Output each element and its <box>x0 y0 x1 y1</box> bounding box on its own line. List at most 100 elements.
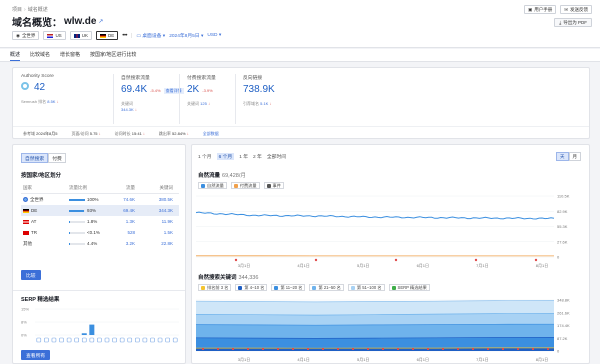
serp-marker <box>517 348 519 350</box>
breadcrumb: 项目 › 域名概述 <box>12 7 48 13</box>
table-row[interactable]: AT 1.8% 1.3K 11.9K <box>21 216 179 227</box>
range-option[interactable]: 1 年 <box>239 153 248 160</box>
currency-dropdown[interactable]: USD ▾ <box>207 33 221 38</box>
backlinks-value[interactable]: 738.9K <box>243 84 275 95</box>
serp-feature-icon <box>127 337 133 343</box>
table-row[interactable]: TR <0.1% 528 1.5K <box>21 227 179 238</box>
date-dropdown[interactable]: 2024年8月5日 ▾ <box>169 32 203 39</box>
date-range-selector: 1 个月 6 个月 1 年 2 年全部时间 <box>198 153 286 160</box>
traffic-value[interactable]: 3.2K <box>107 241 135 246</box>
share-value: 100% <box>87 197 99 202</box>
compare-button[interactable]: 比较 <box>21 270 41 280</box>
paid-traffic-value[interactable]: 2K <box>187 84 199 95</box>
x-tick-label: 3月1日 <box>238 263 250 268</box>
keywords-value[interactable]: 22.8K <box>135 241 175 246</box>
legend-item[interactable]: 付费流量 <box>230 182 260 189</box>
all-data-link[interactable]: 全部数据 <box>203 131 219 137</box>
organic-traffic-chart: 110.5K 82.9K 55.3K 27.6K 0 3月1日 4月1日 5月1日 6月1日 7月… <box>196 194 570 268</box>
report-tabs: 概述 比较域名 增长窗格 按国家/地区进行比较 <box>0 49 600 62</box>
y-tick-label: 110.5K <box>557 194 570 199</box>
breadcrumb-item-projects[interactable]: 项目 <box>12 7 22 13</box>
share-bar <box>69 209 85 212</box>
legend-item[interactable]: 排名前 3 名 <box>198 284 232 291</box>
tab-compare-domains[interactable]: 比较域名 <box>30 49 50 61</box>
traffic-value[interactable]: 69.4K <box>107 208 135 213</box>
tab-overview[interactable]: 概述 <box>10 49 21 61</box>
more-scopes-button[interactable]: ••• <box>122 33 127 39</box>
range-option[interactable]: 全部时间 <box>267 153 286 160</box>
device-dropdown[interactable]: ▭ 桌面设备 ▾ <box>136 32 165 39</box>
scope-us[interactable]: US <box>43 31 66 40</box>
range-option[interactable]: 2 年 <box>253 153 262 160</box>
table-row[interactable]: 全世界 100% 74.6K 380.5K <box>21 194 179 205</box>
table-row[interactable]: 其他 4.4% 3.2K 22.8K <box>21 238 179 249</box>
traffic-value[interactable]: 74.6K <box>107 197 135 202</box>
serp-feature-icon <box>36 337 42 343</box>
keywords-value[interactable]: 11.9K <box>135 219 175 224</box>
serp-marker <box>472 348 474 350</box>
de-flag-icon <box>23 208 29 213</box>
organic-keywords-chart: 348.8K 261.6K 174.4K 87.2K 0 3月1日 4月1日 5月1日 6月1日… <box>196 298 570 362</box>
serp-feature-icon <box>165 337 170 343</box>
serp-marker <box>442 348 444 350</box>
event-marker <box>534 258 538 262</box>
keywords-value[interactable]: 1.5K <box>135 230 175 235</box>
granularity-day[interactable]: 天 <box>556 152 569 161</box>
de-flag-icon <box>99 33 106 38</box>
country-name: 全世界 <box>30 196 44 202</box>
details-badge[interactable]: 查看详情 <box>163 88 184 94</box>
y-tick-label: 0 <box>557 349 560 354</box>
granularity-month[interactable]: 月 <box>568 152 581 161</box>
share-value: 93% <box>87 208 97 213</box>
external-link-icon[interactable]: ↗ <box>98 18 103 25</box>
scope-worldwide[interactable]: ◉ 全世界 <box>12 31 40 40</box>
scope-uk[interactable]: UK <box>69 31 92 40</box>
legend-item[interactable]: 第 11–20 名 <box>271 284 306 291</box>
paid-traffic-card: 付费搜索流量 2K -3.9% 关键词 125 ↓ <box>187 76 216 106</box>
toggle-paid[interactable]: 付费 <box>48 153 66 163</box>
organic-traffic-card: 自然搜索流量 69.4K -5.4% 查看详情 关键词 344.3K ↓ <box>121 76 184 112</box>
legend-item[interactable]: 事件 <box>263 182 284 189</box>
range-option[interactable]: 1 个月 <box>198 153 212 160</box>
range-option[interactable]: 6 个月 <box>216 153 235 160</box>
toggle-organic[interactable]: 自然搜索 <box>21 153 49 163</box>
event-marker <box>314 258 318 262</box>
serp-marker <box>487 348 489 350</box>
semrush-rank-value[interactable]: 8.5K <box>47 99 55 104</box>
referring-domains-value[interactable]: 5.1K <box>260 101 268 106</box>
export-pdf-button[interactable]: ⤓ 导出为 PDF <box>554 18 592 27</box>
user-manual-button[interactable]: ▣ 用户手册 <box>523 5 557 14</box>
x-tick-label: 4月1日 <box>297 263 309 268</box>
traffic-value[interactable]: 528 <box>107 230 135 235</box>
share-bar <box>69 220 85 223</box>
globe-flag-icon <box>23 197 28 202</box>
send-feedback-button[interactable]: ✉ 发送反馈 <box>560 5 592 14</box>
scope-de[interactable]: DE <box>95 31 119 40</box>
x-tick-label: 3月1日 <box>238 357 250 362</box>
paid-keywords-value[interactable]: 125 <box>200 101 207 106</box>
legend-item[interactable]: 第 51–100 名 <box>347 284 385 291</box>
share-value: 1.8% <box>87 219 98 224</box>
checkbox-icon <box>201 285 205 290</box>
legend-item[interactable]: 第 21–50 名 <box>309 284 344 291</box>
traffic-type-toggle: 自然搜索 付费 <box>21 153 66 163</box>
chat-icon: ✉ <box>564 6 568 12</box>
tab-growth[interactable]: 增长窗格 <box>60 49 80 61</box>
serp-feature-icon <box>119 337 125 343</box>
authority-score-value[interactable]: 42 <box>34 82 45 93</box>
legend-item[interactable]: 自然流量 <box>198 182 227 189</box>
legend-item[interactable]: SERP 精选结果 <box>388 284 430 291</box>
serp-marker <box>427 348 429 350</box>
keywords-value[interactable]: 344.3K <box>135 208 175 213</box>
serp-feature-icon <box>66 337 72 343</box>
tab-compare-countries[interactable]: 按国家/地区进行比较 <box>90 49 136 61</box>
view-all-button[interactable]: 查看所有 <box>21 350 51 360</box>
table-row[interactable]: DE 93% 69.4K 344.3K <box>21 205 179 216</box>
keywords-value[interactable]: 380.5K <box>135 197 175 202</box>
event-marker <box>474 258 478 262</box>
traffic-value[interactable]: 1.3K <box>107 219 135 224</box>
organic-keywords-value[interactable]: 344.3K <box>121 107 134 112</box>
organic-traffic-value[interactable]: 69.4K <box>121 84 147 95</box>
legend-item[interactable]: 第 4–10 名 <box>235 284 268 291</box>
serp-marker <box>262 348 264 350</box>
